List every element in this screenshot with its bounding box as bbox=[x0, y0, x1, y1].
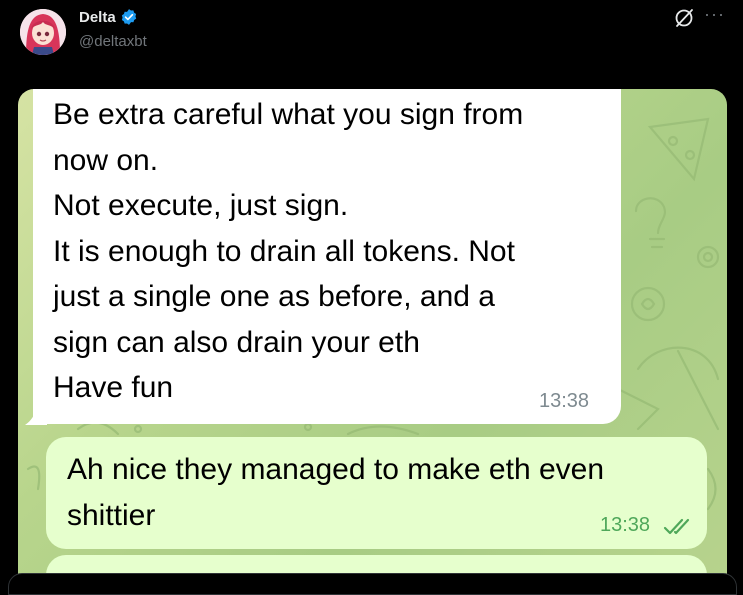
outgoing-message-time: 13:38 bbox=[600, 514, 651, 536]
verified-badge-icon bbox=[121, 9, 136, 25]
next-post-frame bbox=[8, 573, 737, 595]
double-check-icon bbox=[663, 518, 690, 535]
bubble-tail-icon bbox=[25, 407, 47, 425]
display-name[interactable]: Delta bbox=[79, 9, 116, 26]
post-header: Delta @deltaxbt ··· bbox=[0, 0, 743, 80]
incoming-message-time: 13:38 bbox=[539, 390, 590, 412]
incoming-message-text: Be extra careful what you sign from now … bbox=[53, 98, 524, 404]
anime-avatar-icon bbox=[20, 9, 66, 55]
grok-icon[interactable] bbox=[673, 7, 695, 29]
chat-screenshot-media[interactable]: Be extra careful what you sign from now … bbox=[18, 89, 727, 582]
user-handle[interactable]: @deltaxbt bbox=[79, 33, 147, 50]
more-icon[interactable]: ··· bbox=[704, 4, 725, 24]
display-name-row: Delta bbox=[79, 8, 138, 26]
avatar[interactable] bbox=[20, 9, 66, 55]
